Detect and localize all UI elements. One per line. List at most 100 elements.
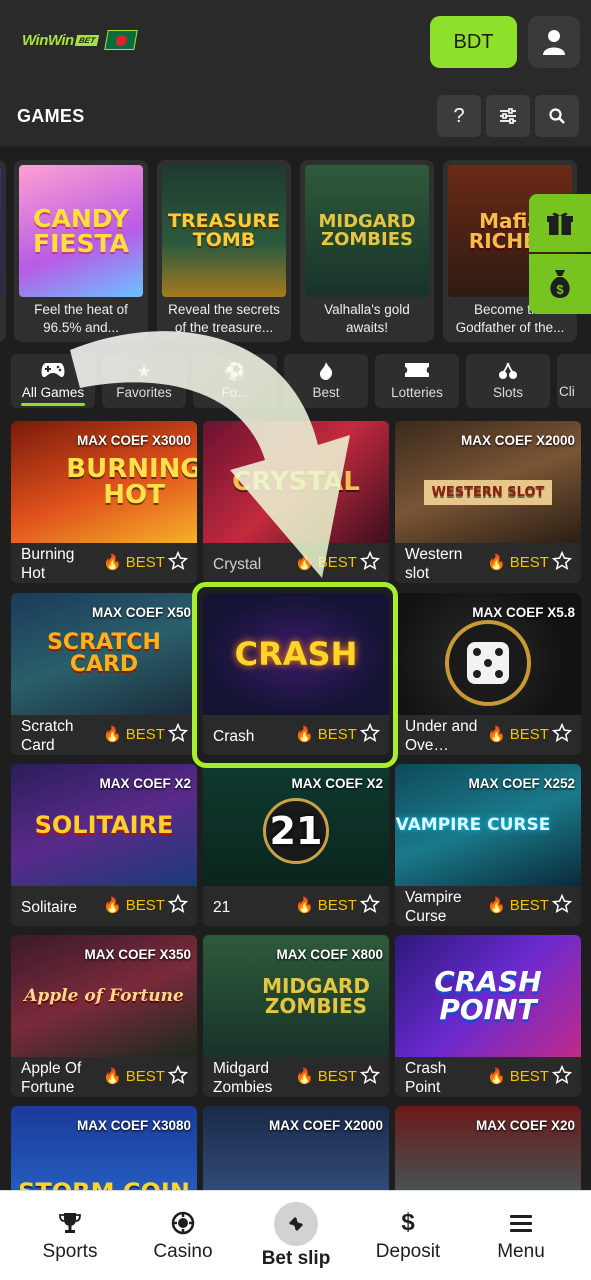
star-icon: ★ bbox=[136, 362, 152, 381]
nav-label: Menu bbox=[497, 1241, 545, 1262]
favorite-star-button[interactable] bbox=[359, 722, 381, 744]
nav-bet-slip[interactable]: Bet slip bbox=[241, 1191, 351, 1280]
favorite-star-button[interactable] bbox=[551, 1064, 573, 1086]
favorite-star-button[interactable] bbox=[167, 550, 189, 572]
favorite-star-button[interactable] bbox=[551, 722, 573, 744]
nav-deposit[interactable]: $ Deposit bbox=[353, 1191, 463, 1280]
help-button[interactable]: ? bbox=[437, 95, 481, 137]
fire-icon: 🔥 bbox=[103, 1068, 122, 1085]
game-name: Vampire Curse bbox=[405, 889, 462, 925]
promo-card-partial[interactable] bbox=[0, 160, 6, 342]
promo-caption: Feel the heat of 96.5% and... bbox=[34, 302, 128, 335]
games-toolbar: GAMES ? bbox=[0, 84, 591, 146]
game-art-title: 21 bbox=[263, 798, 329, 864]
tab-label: Favorites bbox=[116, 385, 172, 400]
game-art: CRASH POINT bbox=[395, 935, 581, 1057]
favorite-star-button[interactable] bbox=[359, 1064, 381, 1086]
star-outline-icon bbox=[552, 723, 572, 743]
star-outline-icon bbox=[360, 723, 380, 743]
tab-partial[interactable]: Cli bbox=[557, 354, 591, 408]
game-name: Crash Point bbox=[405, 1060, 447, 1096]
money-bag-button[interactable]: $ bbox=[529, 254, 591, 314]
best-badge: 🔥 BEST bbox=[487, 553, 549, 572]
star-outline-icon bbox=[552, 551, 572, 571]
dice-icon bbox=[445, 620, 531, 706]
game-name: Crystal bbox=[213, 555, 262, 573]
tab-lotteries[interactable]: Lotteries bbox=[375, 354, 459, 408]
currency-button[interactable]: BDT bbox=[430, 16, 517, 68]
game-tile[interactable]: MAX COEF X5.8 Under and Ove… 🔥 BEST bbox=[395, 593, 581, 755]
favorite-star-button[interactable] bbox=[551, 550, 573, 572]
favorite-star-button[interactable] bbox=[359, 550, 381, 572]
tab-all-games[interactable]: All Games bbox=[11, 354, 95, 408]
gift-button[interactable] bbox=[529, 194, 591, 252]
tab-football[interactable]: ⚽ Fo... bbox=[193, 354, 277, 408]
star-outline-icon bbox=[168, 551, 188, 571]
bangladesh-flag-icon[interactable] bbox=[103, 30, 138, 50]
fire-icon: 🔥 bbox=[487, 897, 506, 914]
game-tile[interactable]: CRASH POINT Crash Point 🔥 BEST bbox=[395, 935, 581, 1097]
best-badge: 🔥 BEST bbox=[103, 896, 165, 915]
favorite-star-button[interactable] bbox=[167, 893, 189, 915]
search-button[interactable] bbox=[535, 95, 579, 137]
favorite-star-button[interactable] bbox=[551, 893, 573, 915]
game-tile[interactable]: BURNING HOT MAX COEF X3000 Burning Hot 🔥… bbox=[11, 421, 197, 583]
tab-label: All Games bbox=[21, 385, 85, 400]
game-tile[interactable]: 21 MAX COEF X2 21 🔥 BEST bbox=[203, 764, 389, 926]
game-art-title: Apple of Fortune bbox=[24, 985, 184, 1006]
money-bag-icon: $ bbox=[550, 270, 570, 298]
promo-card[interactable]: TREASURE TOMB Reveal the secrets of the … bbox=[157, 160, 291, 342]
game-tile[interactable]: WESTERN SLOT MAX COEF X2000 Western slot… bbox=[395, 421, 581, 583]
game-tile[interactable]: MIDGARD ZOMBIES MAX COEF X800 Midgard Zo… bbox=[203, 935, 389, 1097]
top-header: WinWin BET BDT bbox=[0, 0, 591, 84]
game-name: Scratch Card bbox=[21, 718, 74, 754]
best-badge: 🔥 BEST bbox=[103, 1067, 165, 1086]
promo-art-candy-fiesta: CANDY FIESTA bbox=[19, 165, 143, 297]
filter-button[interactable] bbox=[486, 95, 530, 137]
star-outline-icon bbox=[360, 551, 380, 571]
game-tile[interactable]: SOLITAIRE MAX COEF X2 Solitaire 🔥 BEST bbox=[11, 764, 197, 926]
star-outline-icon bbox=[552, 1065, 572, 1085]
game-art-title: MIDGARD ZOMBIES bbox=[262, 974, 370, 1018]
winwin-logo[interactable]: WinWin BET bbox=[22, 30, 138, 50]
game-name: Crash bbox=[213, 727, 255, 745]
promo-carousel[interactable]: CANDY FIESTA Feel the heat of 96.5% and.… bbox=[0, 160, 591, 342]
user-account-button[interactable] bbox=[528, 16, 580, 68]
tab-label: Fo... bbox=[221, 385, 249, 400]
max-coef-badge: MAX COEF X2000 bbox=[268, 1118, 383, 1133]
star-outline-icon bbox=[552, 894, 572, 914]
favorite-star-button[interactable] bbox=[167, 722, 189, 744]
tab-favorites[interactable]: ★ Favorites bbox=[102, 354, 186, 408]
star-outline-icon bbox=[168, 723, 188, 743]
gift-icon bbox=[547, 212, 573, 235]
fire-icon: 🔥 bbox=[295, 726, 314, 743]
game-name: Solitaire bbox=[21, 898, 77, 916]
game-tile[interactable]: Apple of Fortune MAX COEF X350 Apple Of … bbox=[11, 935, 197, 1097]
gamepad-icon bbox=[40, 362, 66, 380]
nav-label: Sports bbox=[42, 1241, 98, 1262]
game-tile[interactable]: SCRATCH CARD MAX COEF X50 Scratch Card 🔥… bbox=[11, 593, 197, 755]
favorite-star-button[interactable] bbox=[167, 1064, 189, 1086]
tab-best[interactable]: Best bbox=[284, 354, 368, 408]
promo-card[interactable]: CANDY FIESTA Feel the heat of 96.5% and.… bbox=[14, 160, 148, 342]
game-tile[interactable]: VAMPIRE CURSE MAX COEF X252 Vampire Curs… bbox=[395, 764, 581, 926]
best-badge: 🔥 BEST bbox=[295, 1067, 357, 1086]
game-tile[interactable]: CRYSTAL Crystal 🔥 BEST bbox=[203, 421, 389, 583]
nav-label: Bet slip bbox=[261, 1248, 331, 1269]
game-art-title: BURNING HOT bbox=[66, 454, 197, 510]
cherry-icon bbox=[498, 362, 518, 380]
logo-text: WinWin bbox=[22, 31, 74, 49]
promo-card[interactable]: MIDGARD ZOMBIES Valhalla's gold awaits! bbox=[300, 160, 434, 342]
tab-label: Best bbox=[312, 385, 340, 400]
tab-label: Cli bbox=[559, 384, 575, 399]
nav-casino[interactable]: Casino bbox=[128, 1191, 238, 1280]
tab-slots[interactable]: Slots bbox=[466, 354, 550, 408]
nav-menu[interactable]: Menu bbox=[466, 1191, 576, 1280]
game-tile[interactable]: CRASH Crash 🔥 BEST bbox=[203, 593, 389, 755]
fire-icon: 🔥 bbox=[487, 1068, 506, 1085]
best-badge: 🔥 BEST bbox=[295, 896, 357, 915]
favorite-star-button[interactable] bbox=[359, 893, 381, 915]
game-art: CRYSTAL bbox=[203, 421, 389, 543]
best-badge: 🔥 BEST bbox=[487, 1067, 549, 1086]
nav-sports[interactable]: Sports bbox=[15, 1191, 125, 1280]
